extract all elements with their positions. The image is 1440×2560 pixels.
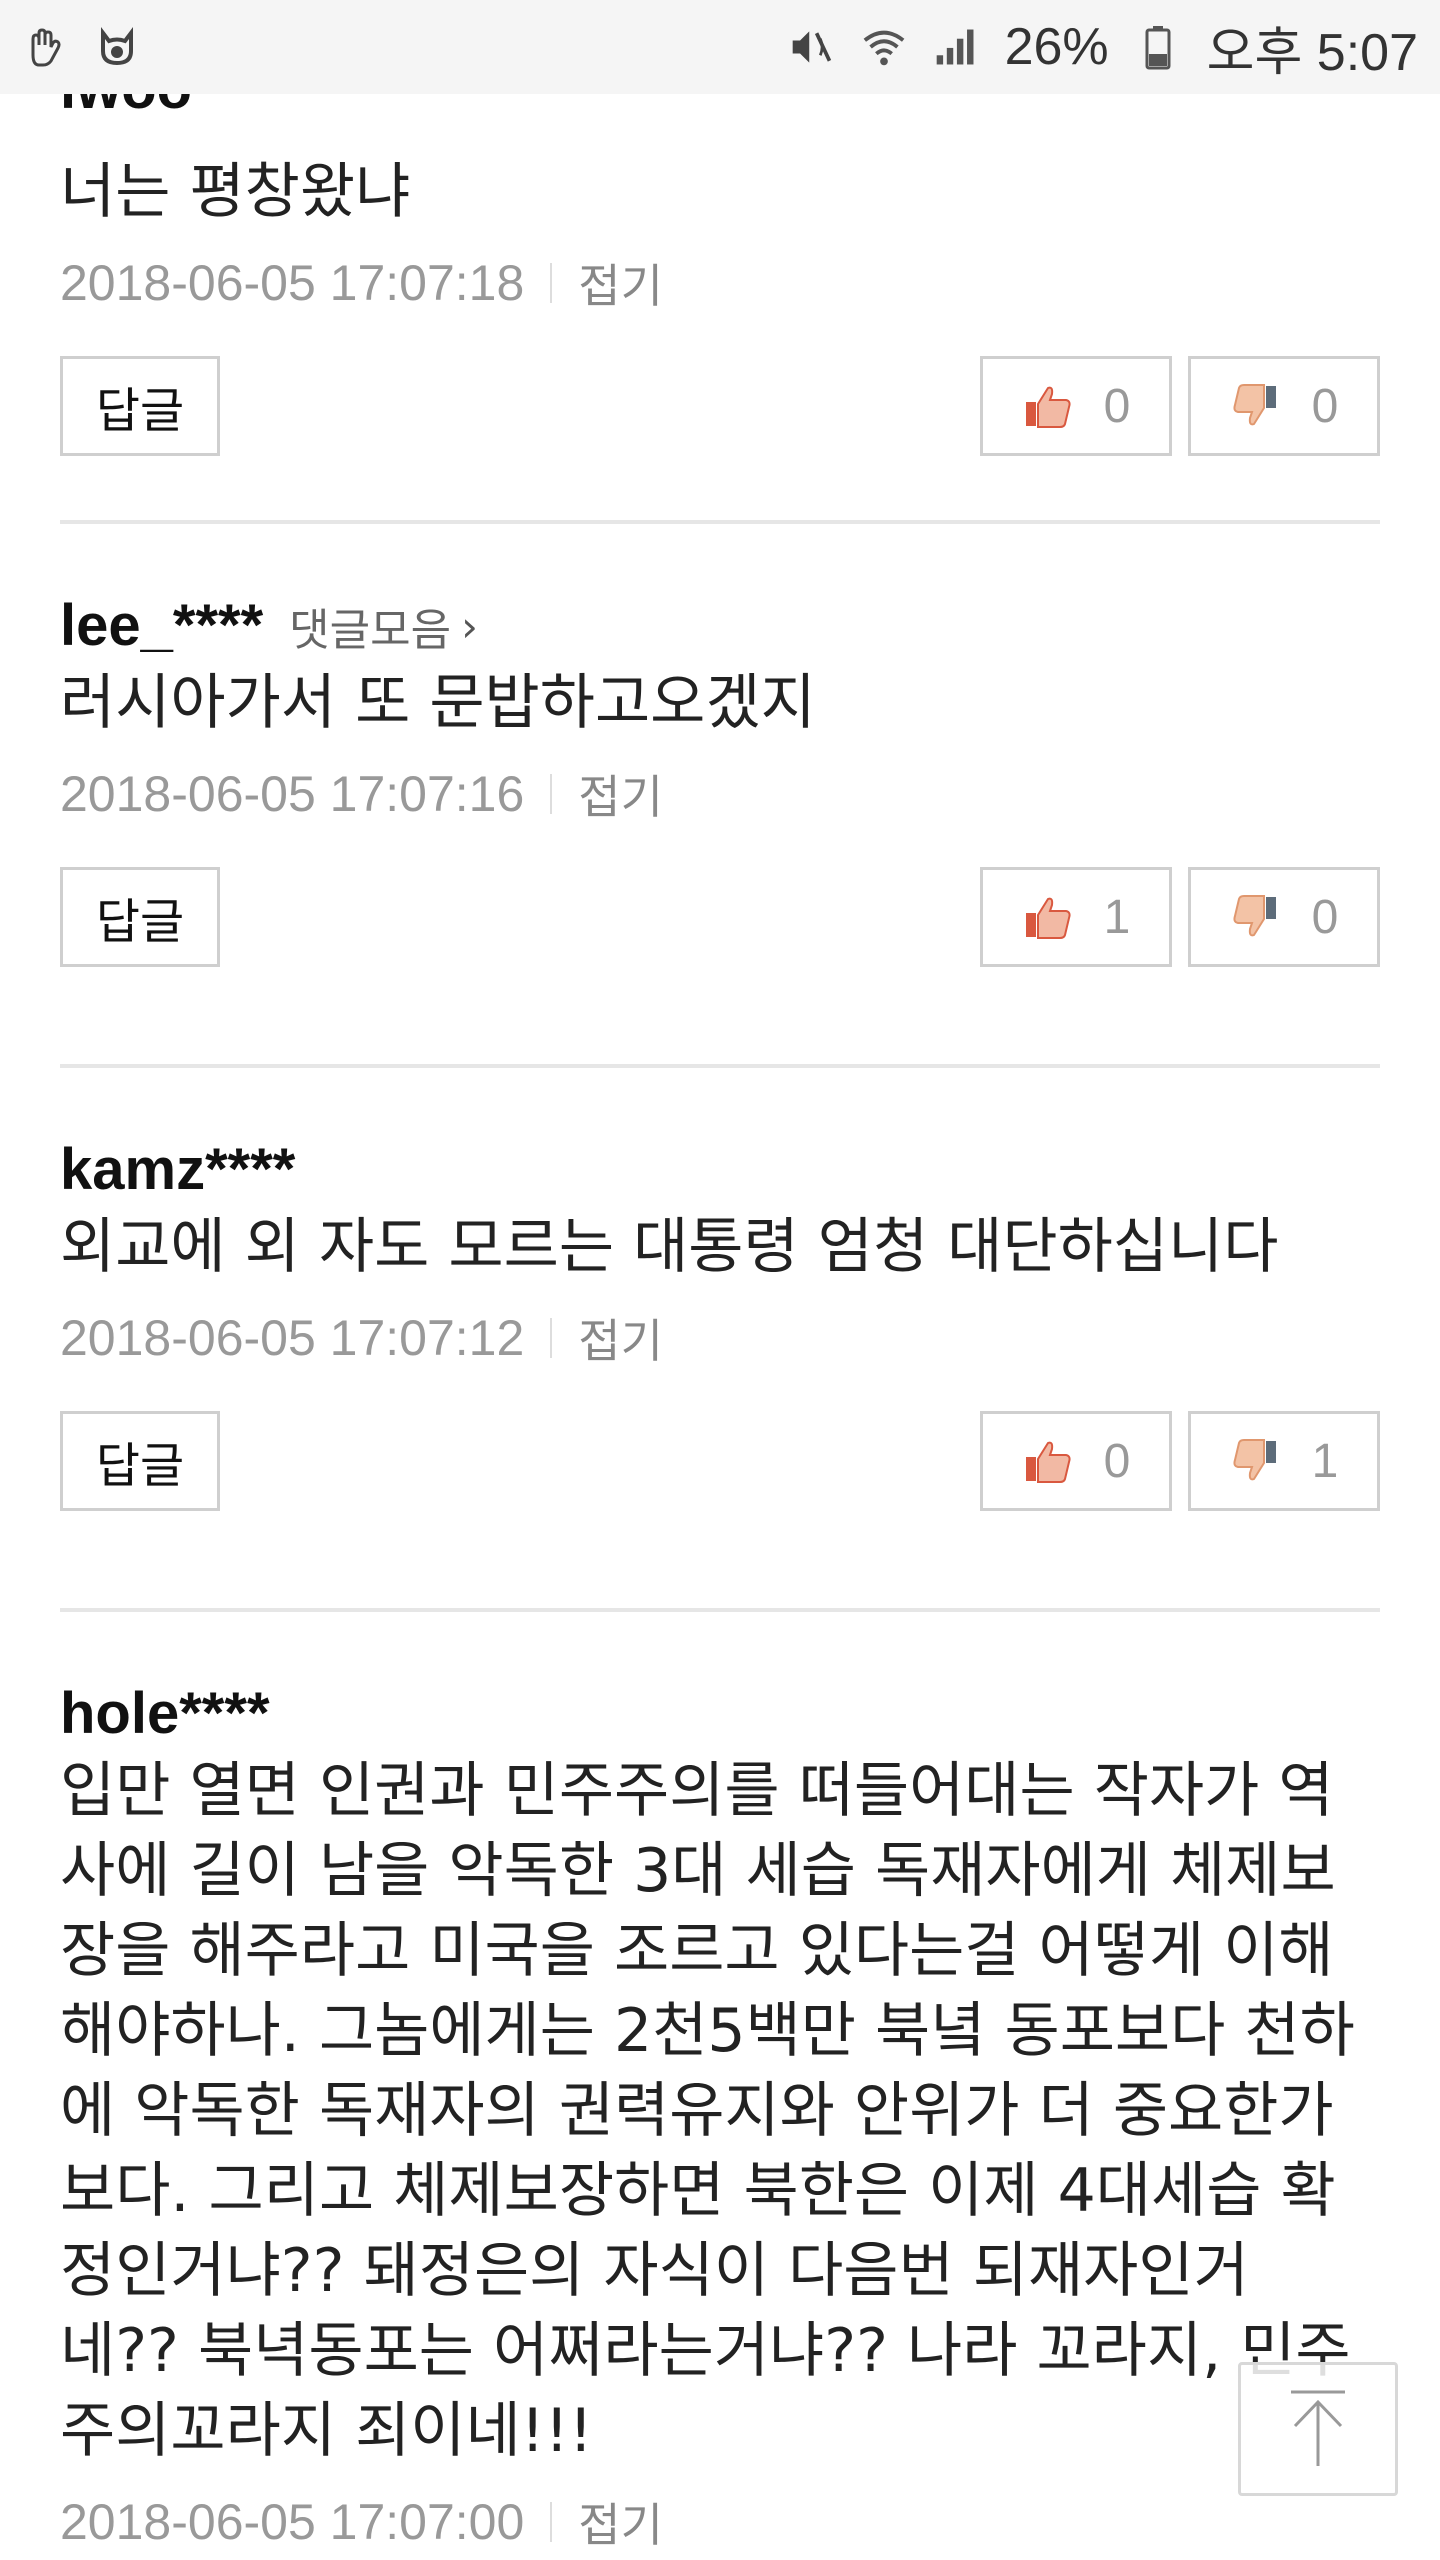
like-count: 0 xyxy=(1103,1434,1131,1488)
like-button[interactable]: 0 xyxy=(980,1411,1172,1511)
comment-text-line: 보다. 그리고 체제보장하면 북한은 이제 4대세습 확 xyxy=(60,2156,1336,2226)
status-bar-left xyxy=(22,24,140,70)
comment-text-line: 사에 길이 남을 악독한 3대 세습 독재자에게 체제보 xyxy=(60,1836,1336,1906)
chevron-right-icon: › xyxy=(461,601,478,651)
comment-meta: 2018-06-05 17:07:00 접기 xyxy=(60,2489,1380,2555)
comment-text-line: 에 악독한 독재자의 권력유지와 안위가 더 중요한가 xyxy=(60,2076,1334,2146)
comment-author[interactable]: lee_**** xyxy=(60,592,263,659)
comment-author[interactable]: kamz**** xyxy=(60,1136,295,1203)
comment-text-line: 네?? 북녁동포는 어쩌라는거냐?? 나라 꼬라지, 민주 xyxy=(60,2316,1351,2386)
battery-icon xyxy=(1135,24,1181,70)
comment-divider xyxy=(60,520,1380,524)
dislike-button[interactable]: 0 xyxy=(1188,867,1380,967)
comment-text-line: 입만 열면 인권과 민주주의를 떠들어대는 작자가 역 xyxy=(60,1756,1334,1826)
comment-actions: 답글 1 0 xyxy=(60,867,1380,967)
fold-button[interactable]: 접기 xyxy=(578,1305,663,1371)
dislike-count: 0 xyxy=(1311,890,1339,944)
comment-date: 2018-06-05 17:07:16 xyxy=(60,766,525,822)
thumbs-down-icon xyxy=(1233,1439,1276,1481)
thumbs-down-icon xyxy=(1233,895,1276,937)
dislike-button[interactable]: 0 xyxy=(1188,356,1380,456)
scroll-to-top-button[interactable] xyxy=(1238,2362,1398,2496)
comment-item: hole**** 입만 열면 인권과 민주주의를 떠들어대는 작자가 역 사에 … xyxy=(60,1680,1380,2555)
thumbs-up-icon xyxy=(1025,1441,1071,1483)
comment-header: kamz**** xyxy=(60,1136,1380,1203)
comment-text: 외교에 외 자도 모르는 대통령 엄청 대단하십니다 xyxy=(60,1212,1279,1282)
meta-separator xyxy=(550,774,553,814)
reply-button[interactable]: 답글 xyxy=(60,356,220,456)
status-bar: 26% 오후 5:07 xyxy=(0,0,1440,94)
comment-list: iwoo 너는 평창왔냐 2018-06-05 17:07:18 접기 답글 0 xyxy=(0,0,1440,2560)
comment-item: 너는 평창왔냐 2018-06-05 17:07:18 접기 답글 0 0 xyxy=(60,148,1380,456)
fold-button[interactable]: 접기 xyxy=(578,761,663,827)
comment-text-line: 주의꼬라지 죄이네!!! xyxy=(60,2396,593,2466)
comment-meta: 2018-06-05 17:07:18 접기 xyxy=(60,250,1380,316)
dislike-button[interactable]: 1 xyxy=(1188,1411,1380,1511)
wifi-icon xyxy=(861,24,907,70)
comment-meta: 2018-06-05 17:07:16 접기 xyxy=(60,761,1380,827)
dislike-count: 1 xyxy=(1311,1434,1339,1488)
battery-percent: 26% xyxy=(1004,18,1109,76)
cat-icon xyxy=(94,24,140,70)
comment-actions: 답글 0 0 xyxy=(60,356,1380,456)
comment-author[interactable]: hole**** xyxy=(60,1680,270,1747)
comment-date: 2018-06-05 17:07:12 xyxy=(60,1310,525,1366)
comment-item: kamz**** 외교에 외 자도 모르는 대통령 엄청 대단하십니다 2018… xyxy=(60,1136,1380,1511)
like-button[interactable]: 0 xyxy=(980,356,1172,456)
signal-icon xyxy=(933,24,979,70)
comment-collection-link[interactable]: 댓글모음 › xyxy=(289,594,478,658)
meta-separator xyxy=(550,1318,553,1358)
meta-separator xyxy=(550,263,553,303)
hand-icon xyxy=(22,24,68,70)
like-button[interactable]: 1 xyxy=(980,867,1172,967)
reply-button[interactable]: 답글 xyxy=(60,1411,220,1511)
like-count: 1 xyxy=(1103,890,1131,944)
status-time: 오후 5:07 xyxy=(1206,23,1418,82)
comment-text: 입만 열면 인권과 민주주의를 떠들어대는 작자가 역 사에 길이 남을 악독한… xyxy=(60,1751,1380,2471)
reply-button[interactable]: 답글 xyxy=(60,867,220,967)
arrow-up-icon xyxy=(1291,2390,1345,2466)
status-bar-right: 26% 오후 5:07 xyxy=(789,10,1418,85)
fold-button[interactable]: 접기 xyxy=(578,250,663,316)
comment-text: 너는 평창왔냐 xyxy=(60,157,411,227)
meta-separator xyxy=(550,2502,553,2542)
comment-text-line: 장을 해주라고 미국을 조르고 있다는걸 어떻게 이해 xyxy=(60,1916,1334,1986)
thumbs-down-icon xyxy=(1233,384,1276,426)
comment-item: lee_**** 댓글모음 › 러시아가서 또 문밥하고오겠지 2018-06-… xyxy=(60,592,1380,967)
comment-divider xyxy=(60,1064,1380,1068)
thumbs-up-icon xyxy=(1025,897,1071,939)
comment-divider xyxy=(60,1608,1380,1612)
thumbs-up-icon xyxy=(1025,386,1071,428)
comment-text-line: 정인거냐?? 돼정은의 자식이 다음번 되재자인거 xyxy=(60,2236,1249,2306)
comment-header: hole**** xyxy=(60,1680,1380,1747)
fold-button[interactable]: 접기 xyxy=(578,2489,663,2555)
comment-date: 2018-06-05 17:07:18 xyxy=(60,255,525,311)
like-count: 0 xyxy=(1103,379,1131,433)
comment-header: lee_**** 댓글모음 › xyxy=(60,592,1380,659)
comment-meta: 2018-06-05 17:07:12 접기 xyxy=(60,1305,1380,1371)
mute-icon xyxy=(789,24,835,70)
comment-actions: 답글 0 1 xyxy=(60,1411,1380,1511)
comment-text-line: 해야하나. 그놈에게는 2천5백만 북녘 동포보다 천하 xyxy=(60,1996,1355,2066)
comment-date: 2018-06-05 17:07:00 xyxy=(60,2494,525,2550)
comment-text: 러시아가서 또 문밥하고오겠지 xyxy=(60,668,816,738)
dislike-count: 0 xyxy=(1311,379,1339,433)
comment-collection-label: 댓글모음 xyxy=(289,605,452,656)
